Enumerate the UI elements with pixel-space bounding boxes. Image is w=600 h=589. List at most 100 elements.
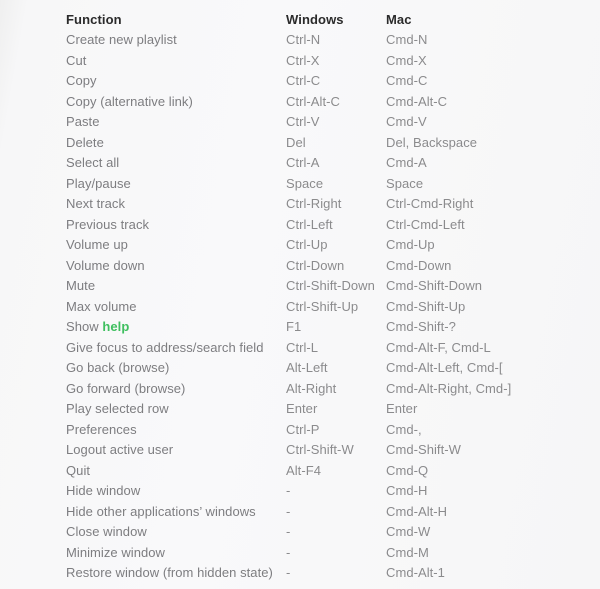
table-row: Create new playlist Ctrl-N Cmd-N bbox=[66, 30, 600, 51]
table-row: Give focus to address/search field Ctrl-L… bbox=[66, 338, 600, 359]
shortcut-mac-keys: Cmd-Alt-Left, Cmd-[ bbox=[386, 360, 503, 375]
table-row: Previous track Ctrl-Left Ctrl-Cmd-Left bbox=[66, 215, 600, 236]
table-row: Copy (alternative link) Ctrl-Alt-C Cmd-Alt… bbox=[66, 92, 600, 113]
shortcut-windows-keys: Ctrl-Down bbox=[286, 257, 345, 273]
shortcut-function-label: Paste bbox=[66, 114, 100, 129]
table-row: Play/pause Space Space bbox=[66, 174, 600, 195]
shortcut-mac-keys: Enter bbox=[386, 401, 418, 416]
shortcut-mac-keys: Cmd-M bbox=[386, 544, 429, 560]
shortcut-function-label: Hide other applications’ windows bbox=[66, 503, 256, 519]
shortcut-mac-keys: Cmd-Alt-C bbox=[386, 93, 448, 109]
shortcut-function-label: Go forward (browse) bbox=[66, 380, 186, 396]
table-row: Show help F1 Cmd-Shift-? bbox=[66, 317, 600, 338]
shortcut-mac-keys: Cmd-V bbox=[386, 114, 427, 129]
shortcut-function-label: Create new playlist bbox=[66, 32, 177, 47]
shortcut-windows-keys: Ctrl-Left bbox=[286, 216, 333, 232]
shortcut-windows-keys: - bbox=[286, 544, 291, 560]
table-row: Play selected row Enter Enter bbox=[66, 399, 600, 420]
shortcut-function-label: Cut bbox=[66, 52, 87, 68]
shortcut-mac-keys: Cmd-H bbox=[386, 483, 428, 498]
table-row: Next track Ctrl-Right Ctrl-Cmd-Right bbox=[66, 194, 600, 215]
column-header-function: Function bbox=[66, 12, 122, 27]
shortcut-function-label: Give focus to address/search field bbox=[66, 339, 264, 355]
table-row: Delete Del Del, Backspace bbox=[66, 133, 600, 154]
shortcut-mac-keys: Cmd-A bbox=[386, 155, 427, 170]
shortcut-function-label: Copy (alternative link) bbox=[66, 93, 193, 109]
shortcut-mac-keys: Cmd-Up bbox=[386, 237, 435, 252]
help-link[interactable]: help bbox=[102, 319, 129, 334]
shortcut-function-label: Quit bbox=[66, 462, 91, 478]
shortcut-mac-keys: Cmd-X bbox=[386, 52, 427, 68]
shortcut-windows-keys: Alt-Left bbox=[286, 360, 328, 375]
table-row: Minimize window - Cmd-M bbox=[66, 543, 600, 564]
shortcut-function-label: Minimize window bbox=[66, 544, 165, 560]
shortcut-windows-keys: Ctrl-Shift-W bbox=[286, 442, 354, 457]
shortcut-windows-keys: - bbox=[286, 503, 291, 519]
shortcut-mac-keys: Cmd-Alt-1 bbox=[386, 565, 445, 580]
shortcut-windows-keys: Del bbox=[286, 134, 306, 150]
shortcut-windows-keys: Alt-Right bbox=[286, 380, 337, 396]
table-row: Max volume Ctrl-Shift-Up Cmd-Shift-Up bbox=[66, 297, 600, 318]
shortcut-function-label: Next track bbox=[66, 196, 126, 211]
shortcut-mac-keys: Cmd-Down bbox=[386, 257, 452, 273]
table-row: Go back (browse) Alt-Left Cmd-Alt-Left, Cm… bbox=[66, 358, 600, 379]
shortcut-windows-keys: Ctrl-Shift-Down bbox=[286, 278, 375, 293]
shortcut-windows-keys: Ctrl-V bbox=[286, 114, 320, 129]
shortcut-mac-keys: Space bbox=[386, 175, 424, 191]
shortcut-mac-keys: Cmd-, bbox=[386, 421, 422, 437]
shortcut-windows-keys: - bbox=[286, 524, 291, 539]
shortcut-function-label: Previous track bbox=[66, 216, 150, 232]
table-header: Function Windows Mac bbox=[66, 9, 600, 30]
shortcuts-page: Function Windows Mac Create new playlist… bbox=[0, 0, 600, 589]
shortcut-function-label: Select all bbox=[66, 155, 120, 170]
shortcut-function-label: Delete bbox=[66, 134, 104, 150]
shortcut-function-label: Play/pause bbox=[66, 175, 131, 191]
table-row: Cut Ctrl-X Cmd-X bbox=[66, 51, 600, 72]
shortcut-mac-keys: Cmd-Shift-W bbox=[386, 442, 461, 457]
shortcut-windows-keys: Alt-F4 bbox=[286, 462, 321, 478]
table-row: Hide window - Cmd-H bbox=[66, 481, 600, 502]
shortcut-mac-keys: Cmd-Alt-H bbox=[386, 503, 448, 519]
shortcut-windows-keys: Space bbox=[286, 175, 324, 191]
shortcut-mac-keys: Cmd-Shift-Down bbox=[386, 278, 483, 293]
shortcut-mac-keys: Cmd-W bbox=[386, 524, 431, 539]
shortcut-function-label: Go back (browse) bbox=[66, 360, 170, 375]
shortcut-windows-keys: F1 bbox=[286, 319, 302, 334]
shortcut-function-label: Preferences bbox=[66, 421, 137, 437]
shortcut-windows-keys: Ctrl-Alt-C bbox=[286, 93, 340, 109]
shortcut-windows-keys: - bbox=[286, 565, 291, 580]
shortcut-mac-keys: Del, Backspace bbox=[386, 134, 478, 150]
shortcut-mac-keys: Ctrl-Cmd-Left bbox=[386, 216, 465, 232]
shortcut-mac-keys: Ctrl-Cmd-Right bbox=[386, 196, 474, 211]
shortcut-function-label: Show help bbox=[66, 319, 130, 334]
shortcut-windows-keys: - bbox=[286, 483, 291, 498]
column-header-mac: Mac bbox=[386, 12, 412, 27]
shortcut-windows-keys: Ctrl-L bbox=[286, 339, 319, 355]
shortcut-function-label: Volume up bbox=[66, 237, 128, 252]
shortcut-function-label: Max volume bbox=[66, 298, 137, 314]
table-row: Mute Ctrl-Shift-Down Cmd-Shift-Down bbox=[66, 276, 600, 297]
shortcut-windows-keys: Ctrl-N bbox=[286, 32, 321, 47]
shortcut-mac-keys: Cmd-Alt-Right, Cmd-] bbox=[386, 380, 512, 396]
table-row: Volume down Ctrl-Down Cmd-Down bbox=[66, 256, 600, 277]
shortcut-function-label: Volume down bbox=[66, 257, 145, 273]
shortcut-mac-keys: Cmd-Shift-? bbox=[386, 319, 456, 334]
shortcut-function-label: Close window bbox=[66, 524, 147, 539]
table-row: Go forward (browse) Alt-Right Cmd-Alt-Righ… bbox=[66, 379, 600, 400]
shortcut-windows-keys: Ctrl-Up bbox=[286, 237, 328, 252]
column-header-windows: Windows bbox=[286, 12, 344, 27]
shortcut-windows-keys: Ctrl-A bbox=[286, 155, 320, 170]
table-row: Copy Ctrl-C Cmd-C bbox=[66, 71, 600, 92]
table-row: Paste Ctrl-V Cmd-V bbox=[66, 112, 600, 133]
shortcut-mac-keys: Cmd-Q bbox=[386, 462, 429, 478]
shortcut-windows-keys: Ctrl-Right bbox=[286, 196, 342, 211]
table-row: Restore window (from hidden state) - Cmd-A… bbox=[66, 563, 600, 584]
shortcut-mac-keys: Cmd-N bbox=[386, 32, 428, 47]
table-body: Create new playlist Ctrl-N Cmd-N Cut Ctrl-X C… bbox=[66, 30, 600, 584]
table-row: Preferences Ctrl-P Cmd-, bbox=[66, 420, 600, 441]
shortcut-windows-keys: Ctrl-Shift-Up bbox=[286, 298, 359, 314]
shortcut-mac-keys: Cmd-Alt-F, Cmd-L bbox=[386, 339, 491, 355]
shortcut-mac-keys: Cmd-C bbox=[386, 73, 428, 88]
shortcut-function-label: Restore window (from hidden state) bbox=[66, 565, 273, 580]
shortcut-windows-keys: Ctrl-X bbox=[286, 52, 320, 68]
